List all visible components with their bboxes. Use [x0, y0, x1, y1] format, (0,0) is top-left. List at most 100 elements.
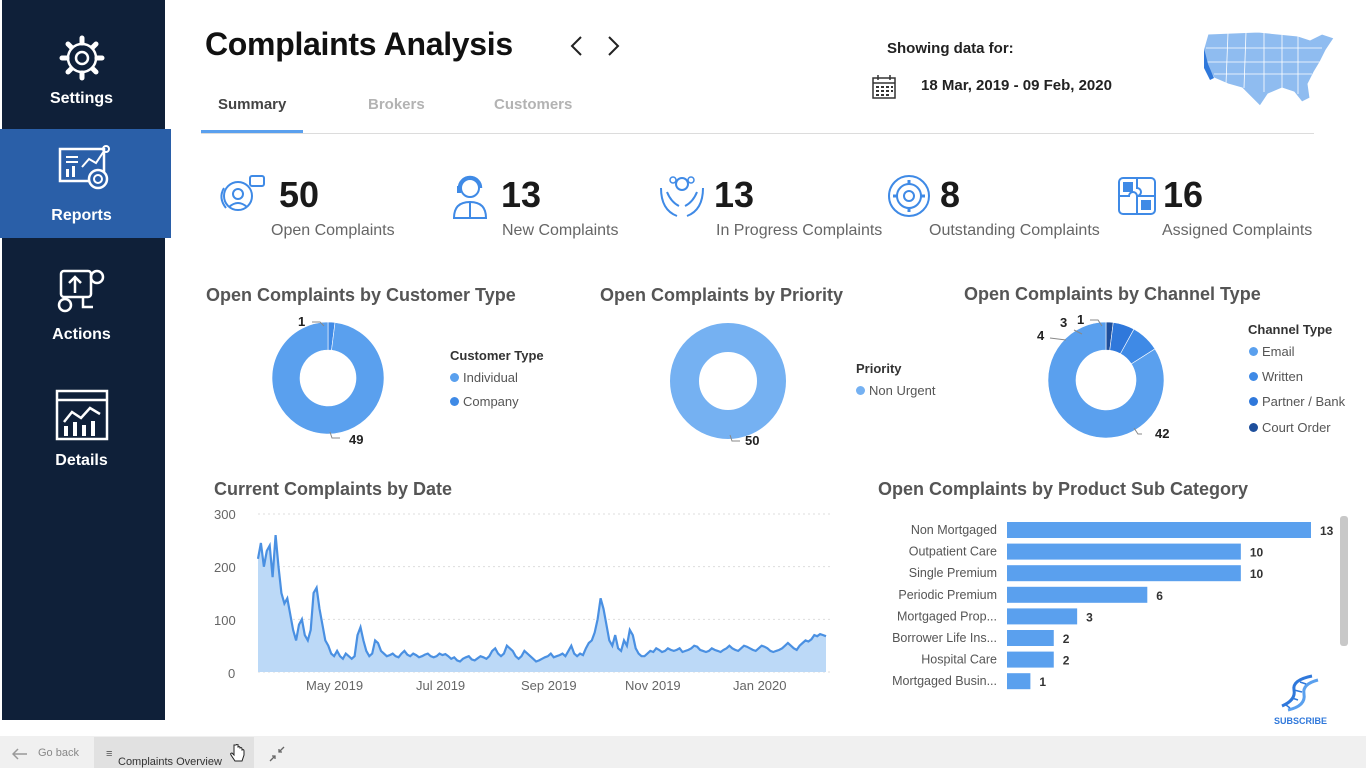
priority-donut[interactable] [660, 315, 800, 455]
legend-dot [1249, 423, 1258, 432]
legend-label: Court Order [1262, 420, 1331, 435]
arrow-left-icon[interactable] [12, 748, 28, 760]
subscribe-label[interactable]: SUBSCRIBE [1274, 716, 1327, 726]
page-tab-label: Complaints Overview [118, 756, 222, 768]
legend-item[interactable]: Partner / Bank [1249, 394, 1345, 409]
bar-value-label: 1 [1039, 675, 1046, 689]
kpi-new-label: New Complaints [502, 222, 619, 239]
bar[interactable] [1007, 543, 1241, 560]
chart-scrollbar[interactable] [1340, 516, 1348, 646]
bar-value-label: 6 [1156, 589, 1163, 603]
kpi-open-value: 50 [279, 174, 320, 215]
y-tick-label: 200 [214, 560, 236, 575]
page-title: Complaints Analysis [205, 26, 513, 62]
donut-data-label: 3 [1060, 315, 1068, 330]
x-tick-label: Sep 2019 [521, 678, 577, 693]
legend-item[interactable]: Email [1249, 344, 1295, 359]
bar[interactable] [1007, 630, 1054, 646]
hand-cursor-icon [230, 744, 245, 762]
bar[interactable] [1007, 673, 1031, 690]
legend-item[interactable]: Written [1249, 369, 1303, 384]
chevron-left-icon[interactable] [565, 34, 589, 58]
kpi-assigned-label: Assigned Complaints [1162, 222, 1313, 239]
bar[interactable] [1007, 608, 1078, 625]
bar-category-label: Mortgaged Prop... [897, 609, 997, 623]
complaints-by-date-chart[interactable] [200, 500, 840, 700]
legend-dot [1249, 372, 1258, 381]
legend-label: Individual [463, 370, 518, 385]
donut-data-label: 1 [1077, 312, 1085, 327]
bar-category-label: Hospital Care [921, 653, 997, 667]
sidebar-item-label: Settings [49, 90, 114, 107]
series-line[interactable] [256, 534, 827, 663]
legend-item[interactable]: Court Order [1249, 420, 1331, 435]
x-tick-label: May 2019 [306, 678, 364, 693]
date-chart-title: Current Complaints by Date [214, 479, 453, 499]
x-tick-label: Jul 2019 [416, 678, 466, 693]
y-tick-label: 300 [214, 507, 236, 522]
chevron-right-icon[interactable] [601, 34, 625, 58]
legend-label: Non Urgent [869, 383, 936, 398]
bar-value-label: 3 [1086, 610, 1093, 624]
customer-type-donut[interactable] [260, 310, 400, 450]
legend-item[interactable]: Individual [450, 370, 518, 385]
sidebar-item-reports[interactable]: Reports [0, 129, 171, 238]
usa-map-icon[interactable] [1198, 28, 1340, 110]
bar-category-label: Outpatient Care [909, 545, 997, 559]
donut-data-label: 1 [298, 314, 306, 329]
showing-data-label: Showing data for: [887, 40, 1014, 57]
bar-category-label: Non Mortgaged [911, 523, 997, 537]
collapse-icon[interactable] [268, 745, 286, 763]
bar-value-label: 2 [1063, 632, 1070, 646]
actions-icon [57, 269, 104, 313]
kpi-outstanding-value: 8 [940, 174, 961, 215]
header-divider [201, 133, 1314, 134]
sidebar-item-label: Reports [51, 207, 112, 224]
priority-slice[interactable] [670, 323, 786, 439]
sidebar-item-label: Actions [52, 326, 111, 343]
product-sub-category-chart[interactable]: Non Mortgaged 13Outpatient Care 10Single P… [860, 512, 1340, 698]
channel-chart-title: Open Complaints by Channel Type [964, 284, 1261, 304]
legend-label: Company [463, 394, 519, 409]
legend-item[interactable]: Non Urgent [856, 383, 935, 398]
kpi-new-value: 13 [501, 174, 542, 215]
legend-dot [1249, 347, 1258, 356]
tab-brokers[interactable]: Brokers [368, 96, 425, 113]
donut-data-label: 50 [745, 433, 760, 448]
bar-value-label: 10 [1250, 567, 1264, 581]
x-tick-label: Jan 2020 [733, 678, 787, 693]
cog-target-icon [888, 175, 930, 217]
helping-hands-icon [660, 176, 704, 217]
bar-value-label: 13 [1320, 524, 1334, 538]
sidebar-item-actions[interactable]: Actions [0, 255, 163, 365]
bar[interactable] [1007, 565, 1241, 582]
go-back-link[interactable]: Go back [38, 747, 79, 759]
customer-type-slice[interactable] [271, 321, 385, 435]
area-fill [258, 535, 826, 672]
dna-subscribe-icon[interactable] [1276, 672, 1326, 716]
gear-icon [59, 35, 104, 81]
priority-legend-title: Priority [856, 361, 902, 376]
sidebar-item-details[interactable]: Details [0, 382, 163, 492]
date-range-value: 18 Mar, 2019 - 09 Feb, 2020 [921, 77, 1112, 94]
kpi-outstanding-label: Outstanding Complaints [929, 222, 1100, 239]
legend-item[interactable]: Company [450, 394, 519, 409]
bar[interactable] [1007, 586, 1148, 603]
tab-customers[interactable]: Customers [494, 96, 572, 113]
legend-label: Email [1262, 344, 1295, 359]
priority-chart-title: Open Complaints by Priority [600, 285, 844, 305]
y-tick-label: 0 [228, 666, 236, 681]
calendar-icon[interactable] [871, 74, 897, 100]
legend-dot [1249, 397, 1258, 406]
legend-dot [450, 397, 459, 406]
legend-label: Partner / Bank [1262, 394, 1346, 409]
sidebar-item-label: Details [55, 452, 108, 469]
tab-summary[interactable]: Summary [218, 96, 286, 113]
y-tick-label: 100 [214, 613, 236, 628]
bar[interactable] [1007, 522, 1311, 538]
bar[interactable] [1007, 651, 1054, 668]
sidebar-item-settings[interactable]: Settings [0, 20, 163, 130]
menu-icon: ≡ [106, 748, 113, 760]
bar-category-label: Borrower Life Ins... [892, 631, 997, 645]
bar-value-label: 10 [1250, 546, 1264, 560]
